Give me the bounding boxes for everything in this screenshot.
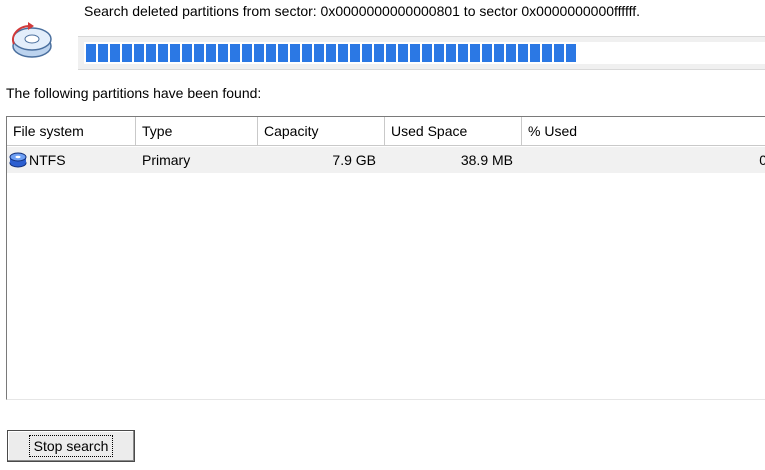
column-header-type[interactable]: Type: [136, 117, 258, 145]
cell-type: Primary: [142, 152, 191, 168]
search-status-text: Search deleted partitions from sector: 0…: [84, 3, 641, 19]
cell-capacity: 7.9 GB: [332, 152, 376, 168]
partition-search-icon: [12, 22, 52, 58]
search-progress-bar: [78, 36, 765, 70]
progress-track: [84, 42, 765, 64]
stop-search-label: Stop search: [28, 435, 114, 457]
partitions-list[interactable]: File system Type Capacity Used Space % U…: [6, 116, 765, 400]
column-header-capacity[interactable]: Capacity: [258, 117, 385, 145]
cell-file-system: NTFS: [29, 152, 66, 168]
stop-search-button[interactable]: Stop search: [7, 430, 135, 462]
cell-percent-used: 0: [759, 152, 765, 168]
table-row[interactable]: NTFS Primary 7.9 GB 38.9 MB 0: [7, 147, 765, 173]
progress-fill: [86, 44, 576, 62]
column-header-file-system[interactable]: File system: [7, 117, 136, 145]
column-header-used-space[interactable]: Used Space: [385, 117, 522, 145]
disk-icon: [9, 152, 27, 168]
found-partitions-label: The following partitions have been found…: [6, 85, 262, 101]
cell-used-space: 38.9 MB: [460, 152, 513, 168]
list-header: File system Type Capacity Used Space % U…: [7, 117, 765, 146]
column-header-percent-used[interactable]: % Used: [522, 117, 765, 145]
